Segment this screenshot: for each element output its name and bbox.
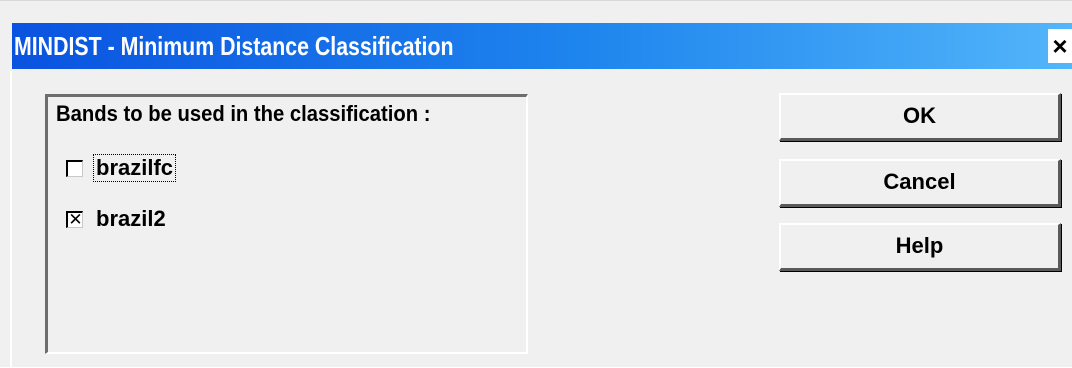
checkbox-unchecked[interactable] — [66, 160, 83, 177]
bands-group-label: Bands to be used in the classification : — [56, 101, 431, 126]
checkbox-checked[interactable]: ✕ — [66, 210, 83, 229]
title-bar[interactable]: MINDIST - Minimum Distance Classificatio… — [12, 23, 1072, 69]
band-label[interactable]: brazil2 — [94, 206, 168, 232]
checkmark-x-icon: ✕ — [68, 210, 83, 229]
window-left-edge — [10, 71, 12, 368]
dialog-window: MINDIST - Minimum Distance Classificatio… — [0, 0, 1072, 368]
bands-group: Bands to be used in the classification :… — [45, 94, 528, 354]
close-icon: × — [1052, 31, 1068, 61]
cancel-button[interactable]: Cancel — [779, 159, 1061, 207]
window-title: MINDIST - Minimum Distance Classificatio… — [14, 31, 454, 61]
ok-button[interactable]: OK — [779, 93, 1061, 141]
help-button[interactable]: Help — [779, 223, 1061, 271]
band-label[interactable]: brazilfc — [92, 154, 177, 182]
close-button[interactable]: × — [1048, 29, 1072, 63]
